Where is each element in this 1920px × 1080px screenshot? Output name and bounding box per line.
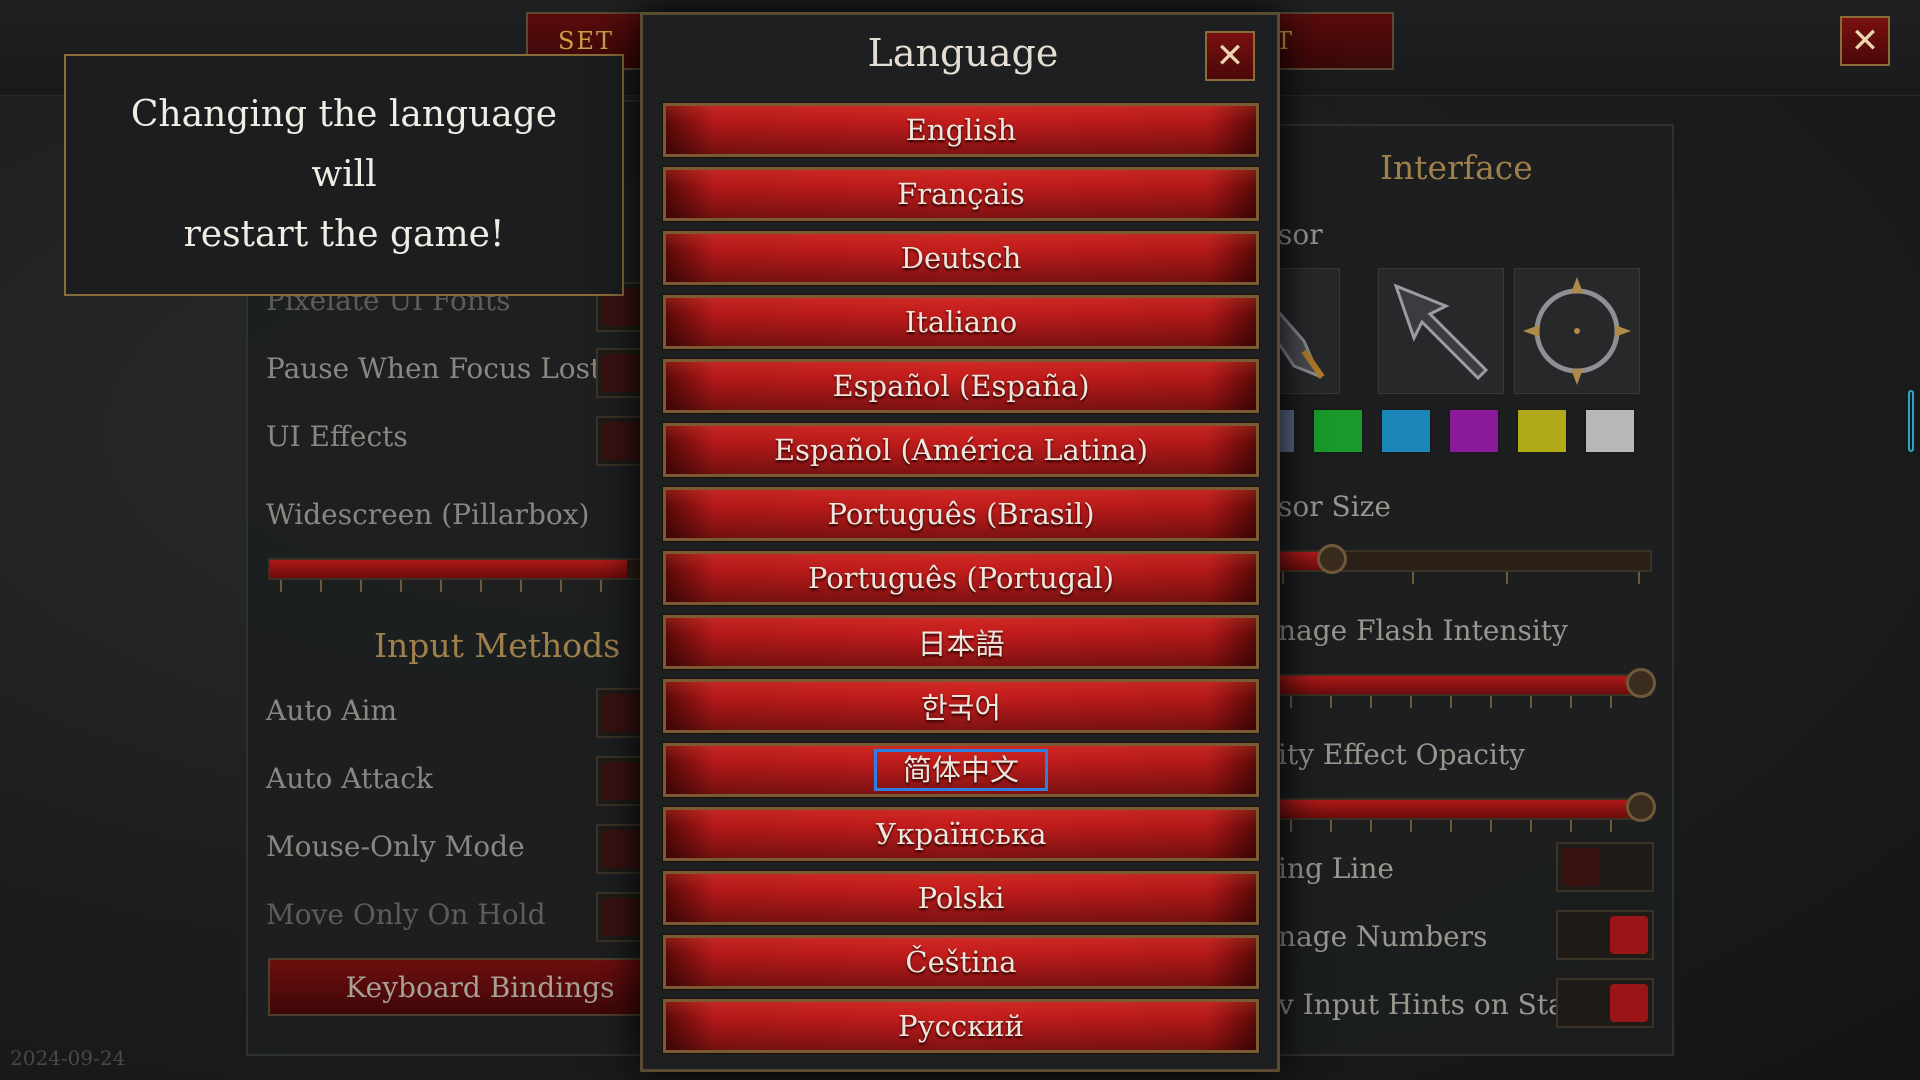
language-option[interactable]: Polski	[662, 870, 1260, 926]
setting-label-effect-opacity: ity Effect Opacity	[1278, 738, 1525, 771]
language-option-label: Русский	[898, 1009, 1024, 1043]
language-option-label: Español (América Latina)	[773, 433, 1149, 467]
interface-heading: Interface	[1380, 148, 1533, 187]
setting-label-cursor: sor	[1278, 218, 1323, 251]
setting-label-auto-aim: Auto Aim	[266, 694, 397, 727]
language-option[interactable]: English	[662, 102, 1260, 158]
language-dialog-title: Language	[867, 31, 1059, 75]
language-option[interactable]: Português (Portugal)	[662, 550, 1260, 606]
setting-label-ui-effects: UI Effects	[266, 420, 408, 453]
setting-label-pause-focus: Pause When Focus Lost	[266, 352, 602, 385]
slider-thumb[interactable]	[1626, 668, 1656, 698]
flash-intensity-ticks	[1290, 696, 1650, 708]
language-option[interactable]: 한국어	[662, 678, 1260, 734]
toggle-damage-numbers[interactable]	[1556, 910, 1654, 960]
scroll-indicator[interactable]	[1908, 390, 1914, 452]
language-option-label: Português (Portugal)	[807, 561, 1115, 595]
language-option-label: English	[905, 113, 1017, 147]
cursor-color-swatch[interactable]	[1584, 408, 1636, 454]
widescreen-slider-ticks	[280, 580, 640, 592]
language-option[interactable]: Français	[662, 166, 1260, 222]
slider-thumb[interactable]	[1317, 544, 1347, 574]
setting-label-flash-intensity: nage Flash Intensity	[1278, 614, 1568, 647]
language-option[interactable]: Русский	[662, 998, 1260, 1054]
language-dialog: Language ✕ English Français Deutsch Italian…	[640, 12, 1280, 1072]
setting-label-widescreen: Widescreen (Pillarbox)	[266, 498, 590, 531]
setting-label-aiming-line: ing Line	[1278, 852, 1394, 885]
cursor-color-swatch[interactable]	[1516, 408, 1568, 454]
language-option-label: 日本語	[917, 627, 1005, 661]
close-icon: ✕	[1215, 36, 1245, 76]
language-option[interactable]: Español (España)	[662, 358, 1260, 414]
language-option[interactable]: Italiano	[662, 294, 1260, 350]
cursor-color-swatch[interactable]	[1448, 408, 1500, 454]
language-option-label: Português (Brasil)	[827, 497, 1095, 531]
keyboard-bindings-button[interactable]: Keyboard Bindings	[268, 958, 692, 1016]
language-option-label: 한국어	[920, 691, 1002, 725]
build-date: 2024-09-24	[10, 1046, 126, 1070]
crosshair-cursor-icon	[1523, 277, 1631, 385]
language-option-label: Italiano	[904, 305, 1018, 339]
setting-label-cursor-size: sor Size	[1278, 490, 1391, 523]
effect-opacity-slider[interactable]	[1262, 792, 1656, 822]
restart-warning-notice: Changing the language will restart the g…	[64, 54, 624, 296]
arrow-cursor-icon	[1393, 283, 1489, 381]
input-methods-heading: Input Methods	[374, 626, 621, 665]
tab-right[interactable]: T	[1270, 12, 1394, 70]
notice-line-2: restart the game!	[183, 214, 505, 255]
language-option[interactable]: Português (Brasil)	[662, 486, 1260, 542]
setting-label-mouse-only: Mouse-Only Mode	[266, 830, 525, 863]
language-option-label: Deutsch	[900, 241, 1022, 275]
toggle-aiming-line[interactable]	[1556, 842, 1654, 892]
language-option-label: Polski	[917, 881, 1005, 915]
language-close-button[interactable]: ✕	[1205, 31, 1255, 81]
cursor-size-slider[interactable]	[1262, 544, 1652, 574]
setting-label-auto-attack: Auto Attack	[266, 762, 433, 795]
language-option[interactable]: Українська	[662, 806, 1260, 862]
cursor-color-swatch[interactable]	[1380, 408, 1432, 454]
language-option[interactable]: 简体中文	[662, 742, 1260, 798]
notice-line-1: Changing the language will	[130, 94, 558, 195]
slider-thumb[interactable]	[1626, 792, 1656, 822]
setting-label-input-hints: v Input Hints on Start	[1278, 988, 1590, 1021]
language-option[interactable]: 日本語	[662, 614, 1260, 670]
language-option-label: Українська	[875, 817, 1047, 851]
cursor-color-swatch[interactable]	[1312, 408, 1364, 454]
language-option-label: Français	[897, 177, 1025, 211]
settings-close-button[interactable]: ✕	[1840, 16, 1890, 66]
language-option-label: 简体中文	[873, 749, 1048, 791]
setting-label-damage-numbers: nage Numbers	[1278, 920, 1488, 953]
language-option[interactable]: Español (América Latina)	[662, 422, 1260, 478]
cursor-option-arrow[interactable]	[1378, 268, 1504, 394]
language-option[interactable]: Deutsch	[662, 230, 1260, 286]
language-option-label: Čeština	[905, 945, 1017, 979]
cursor-option-crosshair[interactable]	[1514, 268, 1640, 394]
language-option[interactable]: Čeština	[662, 934, 1260, 990]
effect-opacity-ticks	[1290, 820, 1650, 832]
widescreen-slider[interactable]	[268, 558, 648, 580]
toggle-input-hints[interactable]	[1556, 978, 1654, 1028]
setting-label-move-only-on-hold: Move Only On Hold	[266, 898, 546, 931]
flash-intensity-slider[interactable]	[1262, 668, 1656, 698]
cursor-size-ticks	[1282, 572, 1642, 584]
close-icon: ✕	[1850, 21, 1880, 61]
language-option-label: Español (España)	[832, 369, 1090, 403]
